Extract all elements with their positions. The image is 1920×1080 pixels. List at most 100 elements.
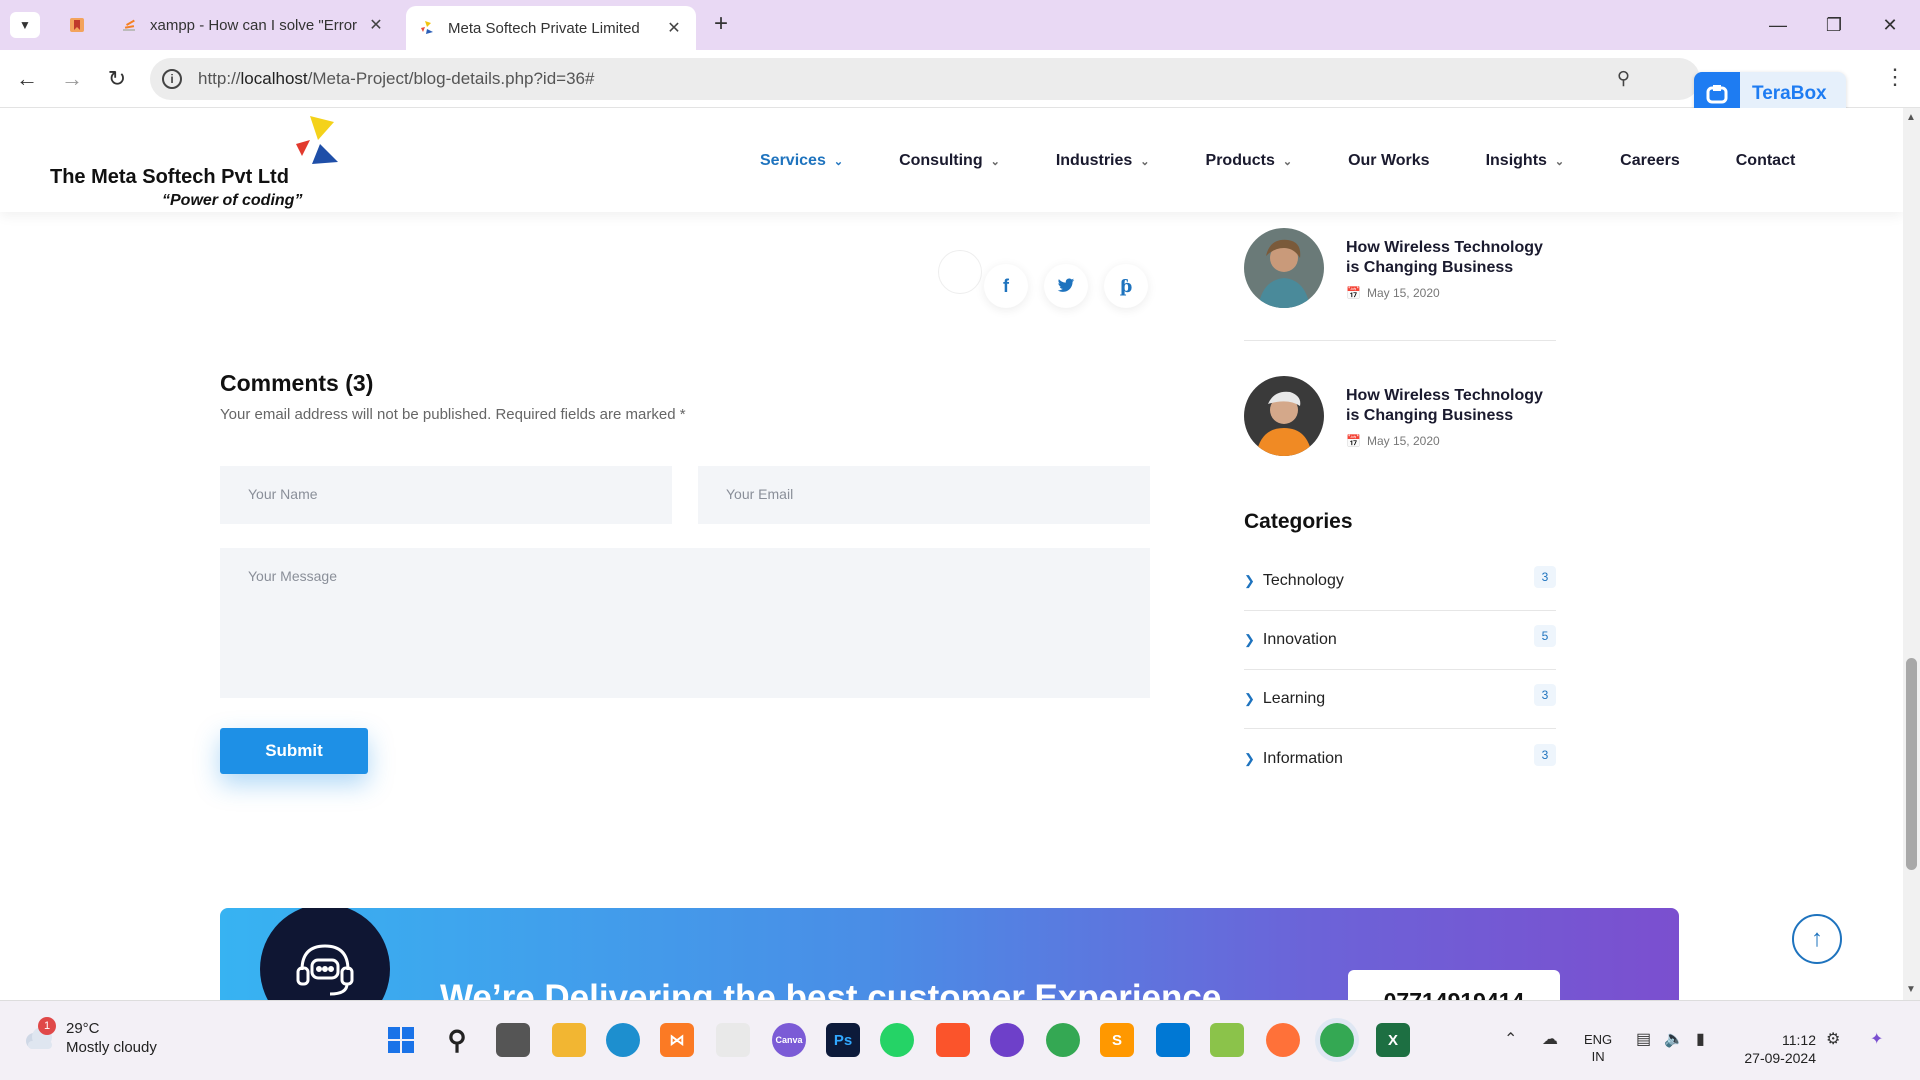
onedrive-icon[interactable]: ☁ — [1542, 1029, 1558, 1049]
chevron-right-icon: ❯ — [1244, 691, 1255, 706]
category-name: Learning — [1262, 690, 1326, 707]
meta-favicon-icon — [418, 19, 436, 37]
name-input[interactable]: Your Name — [220, 466, 672, 524]
battery-icon[interactable]: ▮ — [1696, 1029, 1705, 1049]
category-information[interactable]: ❯ Information 3 — [1244, 729, 1556, 788]
share-twitter-button[interactable] — [1044, 264, 1088, 308]
weather-widget[interactable]: 1 29°C Mostly cloudy — [22, 1017, 157, 1057]
nav-careers[interactable]: Careers — [1620, 152, 1680, 170]
scrollbar-thumb[interactable] — [1906, 658, 1917, 870]
nav-industries[interactable]: Industries ⌄ — [1056, 152, 1150, 170]
cta-phone[interactable]: 07714919414 — [1348, 970, 1560, 1000]
task-view-icon[interactable] — [496, 1023, 530, 1057]
tab-xampp[interactable]: xampp - How can I solve "Error ✕ — [108, 6, 398, 44]
search-icon[interactable]: ⚲ — [440, 1023, 474, 1057]
post-title[interactable]: How Wireless Technology is Changing Busi… — [1346, 386, 1556, 426]
category-name: Innovation — [1262, 631, 1337, 648]
category-learning[interactable]: ❯ Learning 3 — [1244, 670, 1556, 729]
chevron-down-icon: ▼ — [19, 18, 31, 32]
pinterest-icon: ƥ — [1119, 275, 1133, 297]
chevron-right-icon: ❯ — [1244, 632, 1255, 647]
canva-icon[interactable]: Canva — [772, 1023, 806, 1057]
close-tab-icon[interactable]: ✕ — [664, 18, 684, 38]
arrow-up-icon: ↑ — [1811, 925, 1823, 952]
nav-services[interactable]: Services ⌄ — [760, 152, 843, 170]
browser-tab-bar: ▼ xampp - How can I solve "Error ✕ Meta … — [0, 0, 1920, 50]
page-scrollbar[interactable]: ▲ ▼ — [1903, 108, 1920, 1000]
address-bar[interactable]: i http://localhost/Meta-Project/blog-det… — [150, 58, 1700, 100]
file-explorer-icon[interactable] — [552, 1023, 586, 1057]
photoshop-icon[interactable]: Ps — [826, 1023, 860, 1057]
brave-icon[interactable] — [936, 1023, 970, 1057]
email-input[interactable]: Your Email — [698, 466, 1150, 524]
weather-desc: Mostly cloudy — [66, 1039, 157, 1056]
chevron-down-icon: ⌄ — [990, 155, 1000, 168]
firefox-icon[interactable] — [1266, 1023, 1300, 1057]
browser-toolbar: ← → ↻ i http://localhost/Meta-Project/bl… — [0, 50, 1920, 108]
network-icon[interactable]: ▤ — [1636, 1029, 1651, 1049]
submit-button[interactable]: Submit — [220, 728, 368, 774]
pinned-tab[interactable] — [56, 6, 96, 44]
nav-insights[interactable]: Insights ⌄ — [1486, 152, 1565, 170]
github-icon[interactable] — [990, 1023, 1024, 1057]
nav-consulting[interactable]: Consulting ⌄ — [899, 152, 1000, 170]
category-count: 3 — [1534, 566, 1556, 588]
scroll-up-icon[interactable]: ▲ — [1906, 112, 1916, 123]
excel-icon[interactable]: X — [1376, 1023, 1410, 1057]
clock-date: 27-09-2024 — [1744, 1050, 1816, 1066]
post-title[interactable]: How Wireless Technology is Changing Busi… — [1346, 238, 1556, 278]
post-thumbnail[interactable] — [1244, 228, 1324, 308]
close-tab-icon[interactable]: ✕ — [366, 15, 386, 35]
close-window-button[interactable]: ✕ — [1870, 10, 1910, 40]
windows-icon — [388, 1027, 414, 1053]
restore-button[interactable]: ❐ — [1814, 10, 1854, 40]
tab-search-button[interactable]: ▼ — [10, 12, 40, 38]
start-button[interactable] — [384, 1023, 418, 1057]
language-indicator[interactable]: ENG IN — [1584, 1031, 1612, 1065]
chrome-active-icon[interactable] — [1320, 1023, 1354, 1057]
whatsapp-icon[interactable] — [880, 1023, 914, 1057]
nav-products[interactable]: Products ⌄ — [1206, 152, 1293, 170]
clock[interactable]: 11:12 27-09-2024 — [1736, 1031, 1816, 1067]
share-facebook-button[interactable]: f — [984, 264, 1028, 308]
sublime-icon[interactable]: S — [1100, 1023, 1134, 1057]
chevron-up-icon[interactable]: ⌃ — [1504, 1029, 1517, 1049]
windows-taskbar: 1 29°C Mostly cloudy ⚲ ⋈ Canva Ps S X ⌃ … — [0, 1000, 1920, 1080]
nav-our-works[interactable]: Our Works — [1348, 152, 1430, 170]
forward-button[interactable]: → — [57, 64, 87, 94]
xampp-icon[interactable]: ⋈ — [660, 1023, 694, 1057]
nav-contact[interactable]: Contact — [1736, 152, 1796, 170]
scroll-down-icon[interactable]: ▼ — [1906, 984, 1916, 995]
chevron-down-icon: ⌄ — [833, 155, 844, 168]
scroll-to-top-button[interactable]: ↑ — [1792, 914, 1842, 964]
settings-gear-icon[interactable]: ⚙ — [1826, 1029, 1840, 1049]
category-count: 3 — [1534, 743, 1556, 766]
copilot-icon[interactable]: ✦ — [1870, 1029, 1883, 1049]
back-button[interactable]: ← — [12, 64, 42, 94]
minimize-button[interactable]: — — [1758, 10, 1798, 40]
chrome-icon[interactable] — [1046, 1023, 1080, 1057]
zoom-icon[interactable]: ⚲ — [1617, 68, 1630, 89]
tab-meta-softech[interactable]: Meta Softech Private Limited ✕ — [406, 6, 696, 50]
tab-title: Meta Softech Private Limited — [448, 19, 640, 37]
category-technology[interactable]: ❯ Technology 3 — [1244, 552, 1556, 611]
share-placeholder — [938, 250, 982, 294]
brand-tagline: “Power of coding” — [162, 192, 303, 209]
paint-icon[interactable] — [1210, 1023, 1244, 1057]
post-thumbnail[interactable] — [1244, 376, 1324, 456]
edge-icon[interactable] — [606, 1023, 640, 1057]
category-count: 5 — [1534, 625, 1556, 647]
share-pinterest-button[interactable]: ƥ — [1104, 264, 1148, 308]
volume-icon[interactable]: 🔈 — [1664, 1029, 1684, 1049]
store-icon[interactable] — [716, 1023, 750, 1057]
site-info-icon[interactable]: i — [162, 69, 182, 89]
reload-button[interactable]: ↻ — [102, 64, 132, 94]
vscode-icon[interactable] — [1156, 1023, 1190, 1057]
message-textarea[interactable]: Your Message — [220, 548, 1150, 698]
cloud-weather-icon: 1 — [22, 1017, 56, 1051]
site-logo[interactable]: The Meta Softech Pvt Ltd “Power of codin… — [50, 114, 360, 209]
browser-menu-icon[interactable]: ⋮ — [1884, 64, 1906, 90]
category-innovation[interactable]: ❯ Innovation 5 — [1244, 611, 1556, 670]
new-tab-button[interactable]: + — [708, 12, 734, 38]
calendar-icon: 📅 — [1346, 286, 1361, 300]
